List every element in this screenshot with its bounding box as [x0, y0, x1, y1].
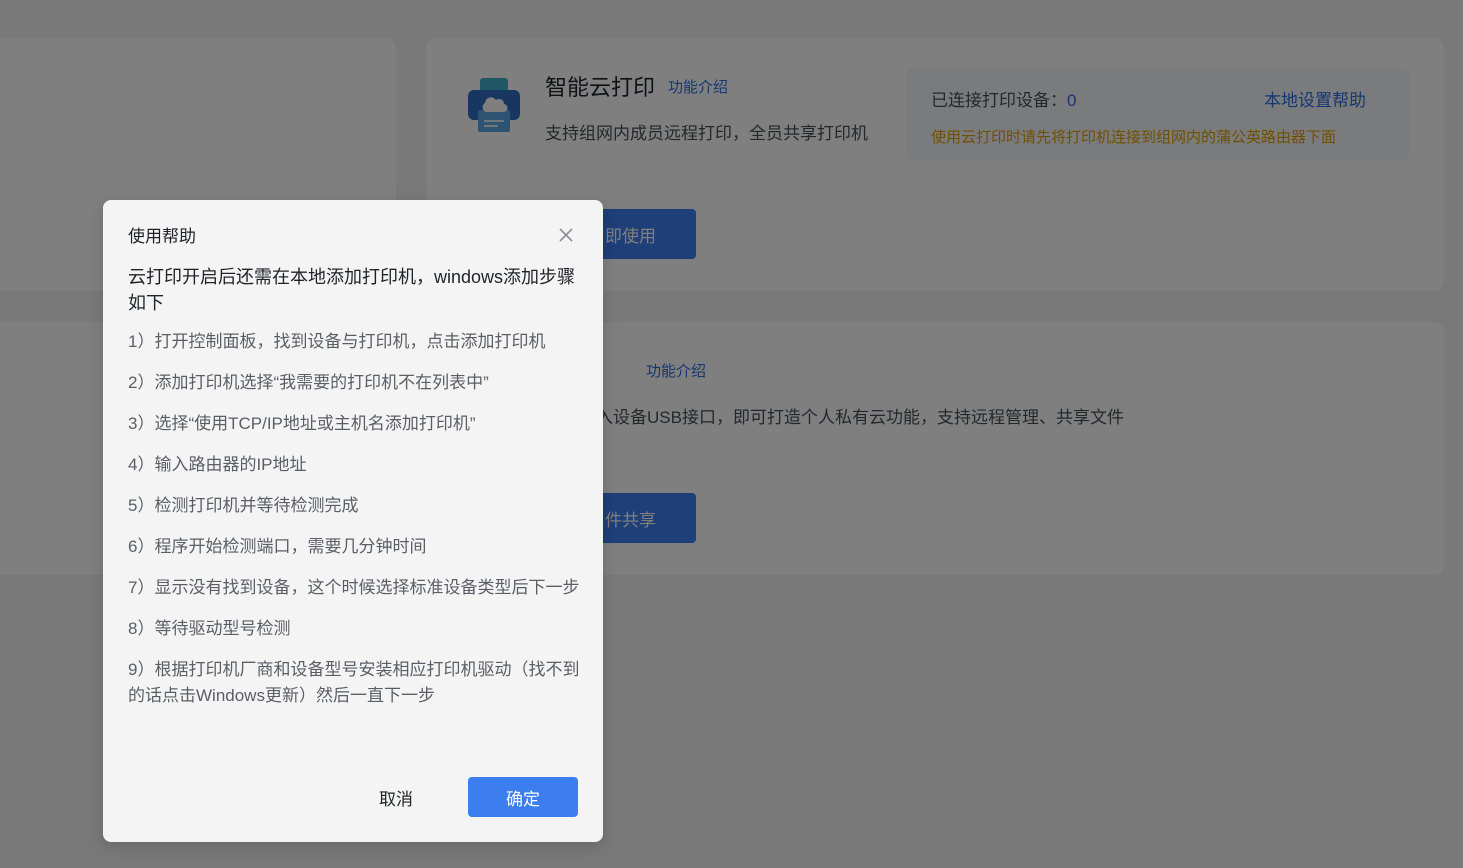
help-step: 9）根据打印机厂商和设备型号安装相应打印机驱动（找不到的话点击Windows更新…: [128, 660, 580, 705]
help-step: 3）选择“使用TCP/IP地址或主机名添加打印机”: [128, 414, 476, 433]
confirm-button[interactable]: 确定: [468, 777, 578, 817]
help-step: 6）程序开始检测端口，需要几分钟时间: [128, 537, 427, 556]
usage-help-dialog: 使用帮助 云打印开启后还需在本地添加打印机，windows添加步骤如下 1）打开…: [103, 200, 603, 842]
dialog-title: 使用帮助: [128, 227, 196, 246]
help-step: 5）检测打印机并等待检测完成: [128, 496, 359, 515]
dialog-lead-text: 云打印开启后还需在本地添加打印机，windows添加步骤如下: [128, 267, 576, 313]
help-step: 7）显示没有找到设备，这个时候选择标准设备类型后下一步: [128, 578, 580, 597]
help-step: 8）等待驱动型号检测: [128, 619, 291, 638]
dialog-footer: 取消 确定: [103, 777, 603, 817]
help-step: 2）添加打印机选择“我需要的打印机不在列表中”: [128, 373, 489, 392]
help-step: 1）打开控制面板，找到设备与打印机，点击添加打印机: [128, 332, 546, 351]
help-steps-list: 1）打开控制面板，找到设备与打印机，点击添加打印机 2）添加打印机选择“我需要的…: [128, 329, 580, 724]
close-icon[interactable]: [555, 224, 577, 246]
cancel-button[interactable]: 取消: [358, 777, 434, 817]
help-step: 4）输入路由器的IP地址: [128, 455, 307, 474]
